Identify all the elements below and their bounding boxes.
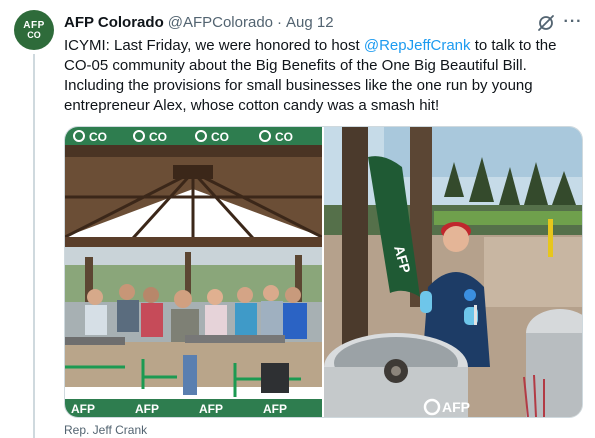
banner-text-1: CO [89,130,107,144]
tweet-text-before: ICYMI: Last Friday, we were honored to h… [64,37,364,54]
more-icon[interactable]: ··· [561,12,585,32]
display-name[interactable]: AFP Colorado [64,14,164,31]
avatar-text-line1: AFP [23,19,45,31]
user-handle[interactable]: @AFPColorado [168,14,273,31]
footer-text-2: AFP [135,402,159,416]
avatar[interactable]: AFP CO [14,10,54,50]
photo-pavilion-gathering[interactable]: CO CO CO CO AFP AFP AFP AFP [65,127,322,417]
media-caption: Rep. Jeff Crank [64,423,148,437]
tweet-header: AFP Colorado @AFPColorado · Aug 12 [64,12,334,32]
thread-line [33,54,35,438]
tweet-date[interactable]: Aug 12 [286,14,334,31]
footer-text-1: AFP [71,402,95,416]
footer-text-3: AFP [199,402,223,416]
footer-text-4: AFP [263,402,287,416]
avatar-text-line2: CO [27,29,41,40]
grok-icon[interactable] [536,13,556,33]
media-grid: CO CO CO CO AFP AFP AFP AFP AFP AFP [64,126,583,418]
mention-link[interactable]: @RepJeffCrank [364,37,471,54]
tweet-text: ICYMI: Last Friday, we were honored to h… [64,36,584,116]
banner-text-4: CO [275,130,293,144]
photo-cotton-candy-stand[interactable]: AFP AFP [324,127,582,417]
separator-dot: · [277,13,283,31]
logo-text: AFP [442,399,470,415]
banner-text-2: CO [149,130,167,144]
banner-text-3: CO [211,130,229,144]
